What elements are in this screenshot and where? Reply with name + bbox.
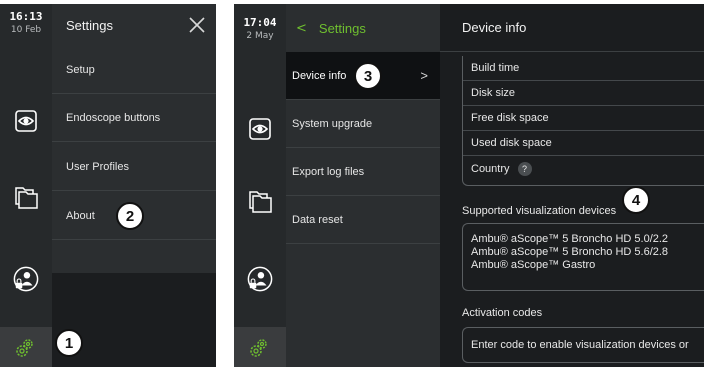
menu-item-label: Setup xyxy=(66,63,95,76)
supported-devices-list: Ambu® aScope™ 5 Broncho HD 5.0/2.2 Ambu®… xyxy=(462,223,704,291)
left-settings-menu: Setup Endoscope buttons User Profiles Ab… xyxy=(52,46,216,273)
left-clock-date: 10 Feb xyxy=(10,25,42,35)
info-row-free-disk-space: Free disk space xyxy=(463,106,704,131)
device-info-table: Build time Disk size Free disk space Use… xyxy=(462,56,704,186)
right-settings-menu: Device info > System upgrade Export log … xyxy=(286,52,440,367)
left-panel-title: Settings xyxy=(66,17,113,33)
menu-item-user-profiles[interactable]: User Profiles xyxy=(52,143,216,191)
menu-item-system-upgrade[interactable]: System upgrade xyxy=(286,100,440,148)
eye-icon[interactable] xyxy=(13,108,39,134)
right-side-rail: 17:04 2 May xyxy=(234,4,286,367)
chevron-right-icon: > xyxy=(420,68,428,83)
info-row-label: Build time xyxy=(471,62,520,74)
menu-item-label: System upgrade xyxy=(292,117,373,130)
callout-3: 3 xyxy=(354,62,382,90)
back-button[interactable]: < Settings xyxy=(286,4,440,52)
left-panel-header: Settings xyxy=(52,4,216,46)
menu-item-label: Data reset xyxy=(292,213,343,226)
files-icon[interactable] xyxy=(13,184,39,210)
info-row-used-disk-space: Used disk space xyxy=(463,131,704,156)
info-row-label: Used disk space xyxy=(471,137,552,149)
content-header: Device info xyxy=(440,4,704,52)
content-title: Device info xyxy=(462,20,527,35)
info-row-label: Free disk space xyxy=(471,112,549,124)
back-label: Settings xyxy=(318,20,366,36)
activation-codes-title: Activation codes xyxy=(462,307,543,319)
close-icon[interactable] xyxy=(188,16,206,34)
gear-icon xyxy=(250,339,267,357)
right-screen: 17:04 2 May < Settings Device info > Sys… xyxy=(234,4,704,367)
help-icon[interactable]: ? xyxy=(517,161,532,176)
eye-icon[interactable] xyxy=(247,116,273,142)
left-side-rail: 16:13 10 Feb xyxy=(0,4,52,367)
menu-item-export-log-files[interactable]: Export log files xyxy=(286,148,440,196)
callout-4: 4 xyxy=(622,186,650,214)
left-clock-time: 16:13 xyxy=(9,10,43,23)
activation-code-placeholder: Enter code to enable visualization devic… xyxy=(471,339,689,351)
left-screen: 16:13 10 Feb Settings Setup Endoscope bu… xyxy=(0,4,216,367)
callout-1: 1 xyxy=(55,329,83,357)
right-settings-tab[interactable] xyxy=(234,327,286,367)
menu-item-label: Device info xyxy=(292,69,347,82)
info-row-build-time: Build time xyxy=(463,56,704,81)
list-item: Ambu® aScope™ 5 Broncho HD 5.0/2.2 xyxy=(471,233,669,245)
left-clock: 16:13 10 Feb xyxy=(0,10,52,35)
right-clock-time: 17:04 xyxy=(243,16,277,29)
menu-item-data-reset[interactable]: Data reset xyxy=(286,196,440,244)
menu-item-label: About xyxy=(66,209,95,222)
gear-icon xyxy=(16,339,33,357)
supported-devices-title: Supported visualization devices xyxy=(462,205,617,217)
list-item: Ambu® aScope™ 5 Broncho HD 5.6/2.8 xyxy=(471,246,669,258)
menu-item-label: Export log files xyxy=(292,165,365,178)
list-item: Ambu® aScope™ Gastro xyxy=(471,259,596,271)
right-clock-date: 2 May xyxy=(246,31,274,41)
info-row-disk-size: Disk size xyxy=(463,81,704,106)
menu-item-label: User Profiles xyxy=(66,160,129,173)
callout-2: 2 xyxy=(116,202,144,230)
info-row-country: Country ? xyxy=(463,156,704,181)
activation-code-input[interactable]: Enter code to enable visualization devic… xyxy=(462,327,704,363)
user-lock-icon[interactable] xyxy=(13,266,39,292)
info-row-label: Country xyxy=(471,162,510,175)
menu-item-label: Endoscope buttons xyxy=(66,111,161,124)
menu-item-setup[interactable]: Setup xyxy=(52,46,216,94)
info-row-label: Disk size xyxy=(471,87,516,99)
files-icon[interactable] xyxy=(247,188,273,214)
left-settings-tab[interactable] xyxy=(0,327,52,367)
user-lock-icon[interactable] xyxy=(247,266,273,292)
right-clock: 17:04 2 May xyxy=(234,16,286,41)
back-arrow-icon: < xyxy=(296,20,307,36)
menu-item-endoscope-buttons[interactable]: Endoscope buttons xyxy=(52,94,216,142)
